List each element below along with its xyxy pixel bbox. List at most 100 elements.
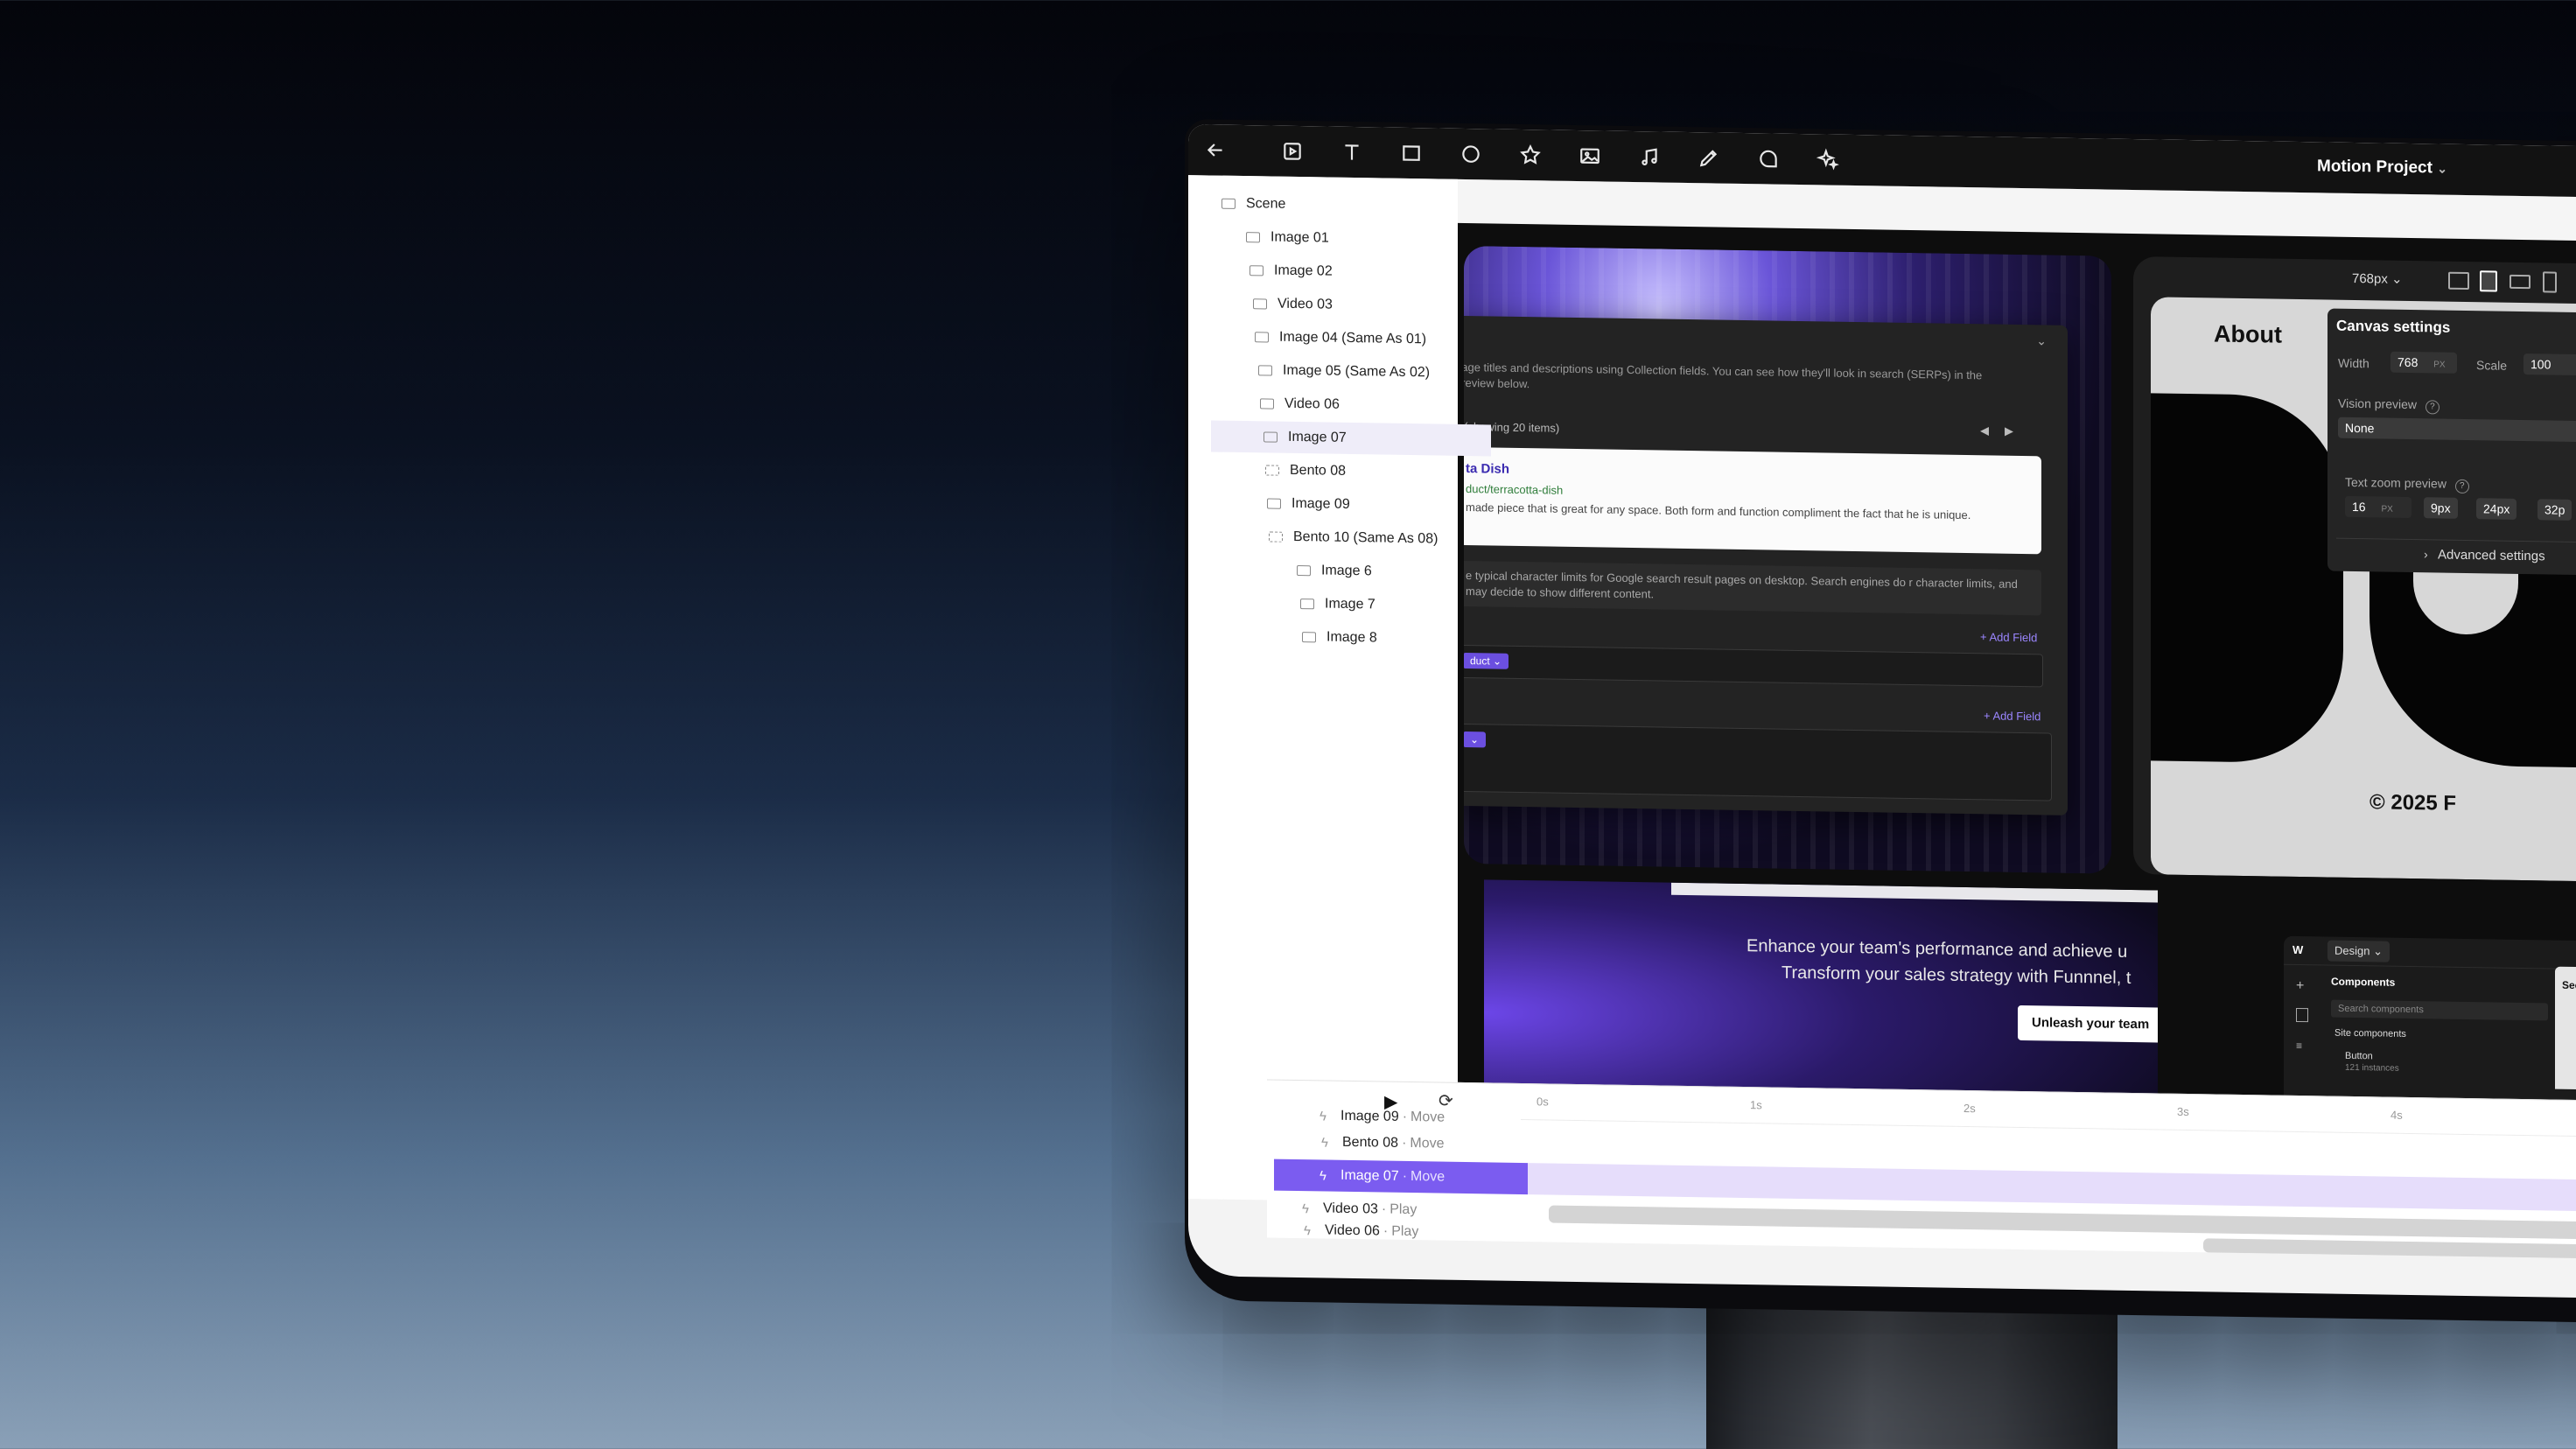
layer-label: Bento 08 xyxy=(1290,462,1347,479)
layer-image-01[interactable]: Image 01 xyxy=(1246,221,1465,256)
desktop-breakpoint-icon[interactable] xyxy=(2448,271,2469,290)
text-zoom-unit: PX xyxy=(2381,504,2393,514)
layer-image-05[interactable]: Image 05 (Same As 02) xyxy=(1258,354,1477,389)
scene-icon xyxy=(1222,198,1236,209)
zoom-option-9px[interactable]: 9px xyxy=(2424,497,2458,519)
navigator-icon[interactable]: ≡ xyxy=(2296,1040,2302,1052)
layer-image-02[interactable]: Image 02 xyxy=(1250,255,1468,290)
video-tool-icon[interactable] xyxy=(1279,138,1306,164)
track-image-07[interactable]: ϟ Image 07 · Move xyxy=(1320,1159,1445,1193)
logo-icon: W xyxy=(2292,942,2304,957)
layers-panel: Scene Image 01 Image 02 Video 03 Image 0… xyxy=(1188,175,1491,1203)
layer-image-04[interactable]: Image 04 (Same As 01) xyxy=(1255,321,1474,356)
video-icon xyxy=(1260,398,1274,410)
back-arrow-icon[interactable] xyxy=(1202,136,1228,163)
image-icon xyxy=(1258,365,1272,376)
project-title-dropdown[interactable]: Motion Project ⌄ xyxy=(2317,157,2447,178)
star-tool-icon[interactable] xyxy=(1517,142,1544,168)
layer-bento-08[interactable]: Bento 08 xyxy=(1265,454,1484,489)
lightning-icon: ϟ xyxy=(1304,1222,1311,1238)
track-video-06[interactable]: ϟ Video 06 · Play xyxy=(1304,1221,1418,1242)
layer-video-06[interactable]: Video 06 xyxy=(1260,388,1479,423)
lightning-icon: ϟ xyxy=(1321,1134,1328,1151)
video-03-clip[interactable] xyxy=(1549,1205,2576,1241)
rectangle-tool-icon[interactable] xyxy=(1398,140,1424,166)
track-bento-08[interactable]: ϟ Bento 08 · Move xyxy=(1321,1126,1445,1159)
track-sep: · xyxy=(1382,1223,1389,1239)
layer-image-7[interactable]: Image 7 xyxy=(1300,588,1493,622)
component-search-input[interactable]: Search components xyxy=(2331,999,2548,1021)
track-name: Image 09 xyxy=(1340,1108,1399,1124)
track-sep: · xyxy=(1402,1168,1408,1184)
help-icon[interactable]: ? xyxy=(2454,479,2469,494)
selected-track-lane[interactable] xyxy=(1528,1163,2576,1213)
prev-arrow-icon[interactable]: ◀ xyxy=(1980,424,1989,438)
side-panel: Sec xyxy=(2555,966,2576,1091)
text-zoom-input[interactable]: 16 PX xyxy=(2345,495,2412,519)
track-image-09[interactable]: ϟ Image 09 · Move xyxy=(1320,1107,1445,1126)
track-action: Move xyxy=(1410,1110,1446,1125)
tick-label: 0s xyxy=(1536,1095,1549,1109)
add-icon[interactable]: + xyxy=(2296,978,2304,994)
audio-tool-icon[interactable] xyxy=(1636,144,1662,170)
description-field[interactable]: ⌄ xyxy=(1464,723,2052,802)
image-icon xyxy=(1264,431,1278,443)
layer-image-6[interactable]: Image 6 xyxy=(1297,555,1489,589)
layer-bento-10[interactable]: Bento 10 (Same As 08) xyxy=(1269,522,1488,556)
zoom-option-24px[interactable]: 24px xyxy=(2476,498,2517,520)
ellipse-tool-icon[interactable] xyxy=(1458,141,1484,167)
video-06-clip[interactable] xyxy=(2203,1238,2576,1260)
mobile-portrait-icon[interactable] xyxy=(2543,271,2557,293)
next-arrow-icon[interactable]: ▶ xyxy=(2005,424,2013,438)
note-text: e typical character limits for Google se… xyxy=(1466,569,2018,601)
bento-icon xyxy=(1265,465,1279,476)
mobile-landscape-icon[interactable] xyxy=(2510,274,2530,290)
vision-preview-text: Vision preview xyxy=(2338,396,2418,412)
hero-image-frame[interactable]: ⌄ page titles and descriptions using Col… xyxy=(1464,246,2111,874)
project-title: Motion Project xyxy=(2317,157,2432,178)
advanced-settings-row[interactable]: › Advanced settings xyxy=(2336,537,2576,570)
layer-scene[interactable]: Scene xyxy=(1222,188,1458,223)
width-input[interactable]: 768 PX xyxy=(2390,351,2457,374)
layer-image-09[interactable]: Image 09 xyxy=(1267,487,1486,522)
comment-tool-icon[interactable] xyxy=(1755,145,1782,172)
track-sep: · xyxy=(1402,1135,1407,1151)
track-sep: · xyxy=(1402,1109,1408,1124)
character-limit-note: e typical character limits for Google se… xyxy=(1464,560,2041,616)
serp-preview-card: ta Dish duct/terracotta-dish made piece … xyxy=(1464,446,2041,555)
text-zoom-text: Text zoom preview xyxy=(2345,474,2446,491)
text-zoom-value: 16 xyxy=(2352,499,2366,514)
zoom-option-32px[interactable]: 32p xyxy=(2538,499,2572,521)
add-field-button[interactable]: + Add Field xyxy=(1984,709,2040,723)
breakpoint-dropdown[interactable]: 768px ⌄ xyxy=(2352,270,2403,287)
ai-sparkle-icon[interactable] xyxy=(1815,146,1841,172)
seo-description: page titles and descriptions using Colle… xyxy=(1464,360,1983,391)
cta-button[interactable]: Unleash your team xyxy=(2018,1004,2158,1043)
button-component[interactable]: Button xyxy=(2345,1051,2373,1061)
add-field-button[interactable]: + Add Field xyxy=(1980,630,2037,644)
help-icon[interactable]: ? xyxy=(2425,400,2440,415)
pages-icon[interactable] xyxy=(2296,1007,2308,1023)
layer-image-07-selected[interactable]: Image 07 xyxy=(1211,420,1491,457)
layer-image-8[interactable]: Image 8 xyxy=(1302,621,1494,655)
app-window: Motion Project ⌄ ⌄ page titles and descr… xyxy=(1188,124,2576,1299)
field-token-chip[interactable]: ⌄ xyxy=(1464,731,1487,748)
text-tool-icon[interactable] xyxy=(1339,139,1365,165)
layer-label: Video 03 xyxy=(1278,296,1333,312)
track-action: Play xyxy=(1390,1201,1418,1218)
bento-icon xyxy=(1269,531,1283,542)
breakpoint-value: 768px xyxy=(2352,270,2388,287)
site-components-group[interactable]: Site components xyxy=(2334,1028,2406,1040)
lightning-icon: ϟ xyxy=(1320,1167,1326,1184)
vision-preview-select[interactable]: None xyxy=(2338,416,2576,444)
scale-input[interactable]: 100 xyxy=(2524,354,2576,376)
about-page-frame[interactable]: 768px ⌄ About © 2025 F Canvas settings W… xyxy=(2133,256,2576,883)
layer-video-03[interactable]: Video 03 xyxy=(1253,288,1472,323)
title-field[interactable]: duct ⌄ xyxy=(1464,644,2043,688)
image-tool-icon[interactable] xyxy=(1577,143,1603,169)
pen-tool-icon[interactable] xyxy=(1696,144,1722,171)
design-mode-dropdown[interactable]: Design ⌄ xyxy=(2328,940,2390,962)
track-name: Video 06 xyxy=(1325,1222,1380,1239)
chevron-down-icon[interactable]: ⌄ xyxy=(2036,333,2047,348)
tablet-breakpoint-icon[interactable] xyxy=(2480,270,2497,292)
